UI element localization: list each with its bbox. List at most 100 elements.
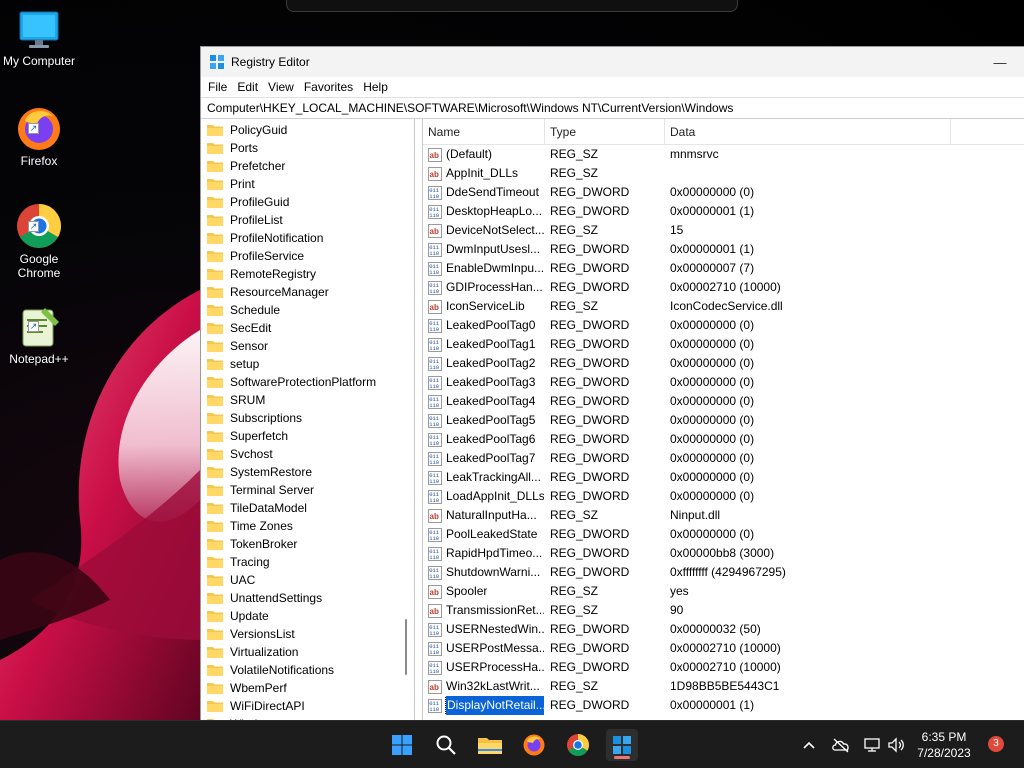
tree-scrollbar-thumb[interactable] — [405, 619, 407, 675]
desktop-icon-firefox[interactable]: ↗ Firefox — [0, 104, 78, 168]
value-row[interactable]: 011 110 LeakedPoolTag6 REG_DWORD 0x00000000 … — [423, 430, 1024, 449]
value-row[interactable]: ab TransmissionRet... REG_SZ 90 — [423, 601, 1024, 620]
tree-item[interactable]: VolatileNotifications — [207, 661, 334, 679]
tree-item[interactable]: Prefetcher — [207, 157, 285, 175]
tray-network[interactable] — [862, 735, 882, 755]
value-row[interactable]: 011 110 LeakedPoolTag3 REG_DWORD 0x00000000 … — [423, 373, 1024, 392]
value-name-cell[interactable]: ab DeviceNotSelect... — [428, 221, 544, 240]
tree-item[interactable]: Svchost — [207, 445, 273, 463]
address-bar[interactable]: Computer\HKEY_LOCAL_MACHINE\SOFTWARE\Mic… — [201, 97, 1024, 119]
value-name-cell[interactable]: 011 110 LeakedPoolTag4 — [428, 392, 544, 411]
tree-item[interactable]: Update — [207, 607, 269, 625]
show-hidden-icons-button[interactable] — [799, 735, 819, 755]
menu-view[interactable]: View — [263, 77, 299, 97]
value-name-cell[interactable]: ab NaturalInputHa... — [428, 506, 544, 525]
value-name-cell[interactable]: ab Win32kLastWrit... — [428, 677, 544, 696]
taskbar-registry-editor[interactable] — [606, 729, 638, 761]
tree-item[interactable]: SRUM — [207, 391, 265, 409]
tree-item[interactable]: Superfetch — [207, 427, 288, 445]
value-row[interactable]: ab NaturalInputHa... REG_SZ Ninput.dll — [423, 506, 1024, 525]
tray-volume[interactable] — [886, 735, 906, 755]
taskbar-chrome[interactable] — [562, 729, 594, 761]
value-name-cell[interactable]: 011 110 LeakedPoolTag0 — [428, 316, 544, 335]
taskbar-file-explorer[interactable] — [474, 729, 506, 761]
tree-item[interactable]: ProfileList — [207, 211, 283, 229]
start-button[interactable] — [386, 729, 418, 761]
desktop-icon-notepad-plus-plus[interactable]: ↗ Notepad++ — [0, 302, 78, 366]
title-bar[interactable]: Registry Editor — — [201, 47, 1024, 77]
value-row[interactable]: 011 110 RapidHpdTimeo... REG_DWORD 0x00000bb… — [423, 544, 1024, 563]
value-row[interactable]: 011 110 USERNestedWin... REG_DWORD 0x0000003… — [423, 620, 1024, 639]
value-name-cell[interactable]: 011 110 LeakedPoolTag1 — [428, 335, 544, 354]
value-name-cell[interactable]: 011 110 LeakedPoolTag6 — [428, 430, 544, 449]
value-row[interactable]: ab (Default) REG_SZ mnmsrvc — [423, 145, 1024, 164]
menu-file[interactable]: File — [203, 77, 232, 97]
column-header-type[interactable]: Type — [545, 119, 665, 145]
tree-item[interactable]: Print — [207, 175, 255, 193]
notification-badge[interactable]: 3 — [988, 736, 1004, 752]
tree-item[interactable]: ResourceManager — [207, 283, 329, 301]
tree-item[interactable]: TokenBroker — [207, 535, 297, 553]
value-name-cell[interactable]: 011 110 LeakedPoolTag3 — [428, 373, 544, 392]
tree-item[interactable]: PolicyGuid — [207, 121, 287, 139]
value-row[interactable]: 011 110 GDIProcessHan... REG_DWORD 0x0000271… — [423, 278, 1024, 297]
tree-item[interactable]: SystemRestore — [207, 463, 312, 481]
taskbar-clock[interactable]: 6:35 PM 7/28/2023 — [912, 729, 976, 761]
tree-item[interactable]: ProfileNotification — [207, 229, 323, 247]
minimize-button[interactable]: — — [977, 47, 1023, 77]
tray-onedrive[interactable] — [831, 735, 851, 755]
taskbar-search-button[interactable] — [430, 729, 462, 761]
value-row[interactable]: 011 110 DisplayNotRetail... REG_DWORD 0x0000… — [423, 696, 1024, 715]
value-row[interactable]: ab Win32kLastWrit... REG_SZ 1D98BB5BE5443C1 — [423, 677, 1024, 696]
tree-item[interactable]: SecEdit — [207, 319, 271, 337]
value-row[interactable]: 011 110 LeakedPoolTag2 REG_DWORD 0x00000000 … — [423, 354, 1024, 373]
value-row[interactable]: 011 110 LeakedPoolTag7 REG_DWORD 0x00000000 … — [423, 449, 1024, 468]
value-name-cell[interactable]: ab IconServiceLib — [428, 297, 544, 316]
tree-item[interactable]: VersionsList — [207, 625, 295, 643]
value-row[interactable]: 011 110 LeakedPoolTag4 REG_DWORD 0x00000000 … — [423, 392, 1024, 411]
tree-item[interactable]: Terminal Server — [207, 481, 314, 499]
value-row[interactable]: ab Spooler REG_SZ yes — [423, 582, 1024, 601]
value-row[interactable]: 011 110 LeakedPoolTag5 REG_DWORD 0x00000000 … — [423, 411, 1024, 430]
pane-splitter[interactable] — [415, 119, 422, 721]
value-name-cell[interactable]: 011 110 USERProcessHa... — [428, 658, 544, 677]
value-name-cell[interactable]: ab Spooler — [428, 582, 544, 601]
tree-item[interactable]: ProfileService — [207, 247, 304, 265]
value-name-cell[interactable]: 011 110 DesktopHeapLo... — [428, 202, 544, 221]
value-row[interactable]: 011 110 ShutdownWarni... REG_DWORD 0xfffffff… — [423, 563, 1024, 582]
column-header-data[interactable]: Data — [665, 119, 951, 145]
tree-item[interactable]: Time Zones — [207, 517, 293, 535]
value-name-cell[interactable]: 011 110 LeakedPoolTag5 — [428, 411, 544, 430]
value-row[interactable]: 011 110 USERProcessHa... REG_DWORD 0x0000271… — [423, 658, 1024, 677]
desktop-icon-my-computer[interactable]: My Computer — [0, 8, 78, 68]
value-row[interactable]: 011 110 PoolLeakedState REG_DWORD 0x00000000… — [423, 525, 1024, 544]
tree-item[interactable]: TileDataModel — [207, 499, 307, 517]
value-name-cell[interactable]: 011 110 ShutdownWarni... — [428, 563, 544, 582]
tree-item[interactable]: UnattendSettings — [207, 589, 322, 607]
value-name-cell[interactable]: ab (Default) — [428, 145, 544, 164]
value-name-cell[interactable]: ab TransmissionRet... — [428, 601, 544, 620]
tree-item[interactable]: SoftwareProtectionPlatform — [207, 373, 376, 391]
tree-item[interactable]: Tracing — [207, 553, 270, 571]
value-row[interactable]: ab AppInit_DLLs REG_SZ — [423, 164, 1024, 183]
tree-item[interactable]: Virtualization — [207, 643, 298, 661]
tree-item[interactable]: WbemPerf — [207, 679, 287, 697]
value-row[interactable]: 011 110 LoadAppInit_DLLs REG_DWORD 0x0000000… — [423, 487, 1024, 506]
value-row[interactable]: 011 110 DesktopHeapLo... REG_DWORD 0x0000000… — [423, 202, 1024, 221]
menu-help[interactable]: Help — [358, 77, 393, 97]
value-name-cell[interactable]: ab AppInit_DLLs — [428, 164, 544, 183]
tree-item[interactable]: UAC — [207, 571, 255, 589]
value-name-cell[interactable]: 011 110 USERNestedWin... — [428, 620, 544, 639]
tree-item[interactable]: setup — [207, 355, 259, 373]
value-row[interactable]: ab DeviceNotSelect... REG_SZ 15 — [423, 221, 1024, 240]
menu-favorites[interactable]: Favorites — [299, 77, 358, 97]
value-name-cell[interactable]: 011 110 RapidHpdTimeo... — [428, 544, 544, 563]
value-name-cell[interactable]: 011 110 GDIProcessHan... — [428, 278, 544, 297]
value-row[interactable]: 011 110 DwmInputUsesl... REG_DWORD 0x0000000… — [423, 240, 1024, 259]
value-row[interactable]: 011 110 LeakedPoolTag1 REG_DWORD 0x00000000 … — [423, 335, 1024, 354]
menu-edit[interactable]: Edit — [232, 77, 263, 97]
tree-item[interactable]: Schedule — [207, 301, 280, 319]
tree-item[interactable]: WiFiDirectAPI — [207, 697, 305, 715]
value-name-cell[interactable]: 011 110 DisplayNotRetail... — [428, 696, 544, 715]
tree-item[interactable]: ProfileGuid — [207, 193, 289, 211]
